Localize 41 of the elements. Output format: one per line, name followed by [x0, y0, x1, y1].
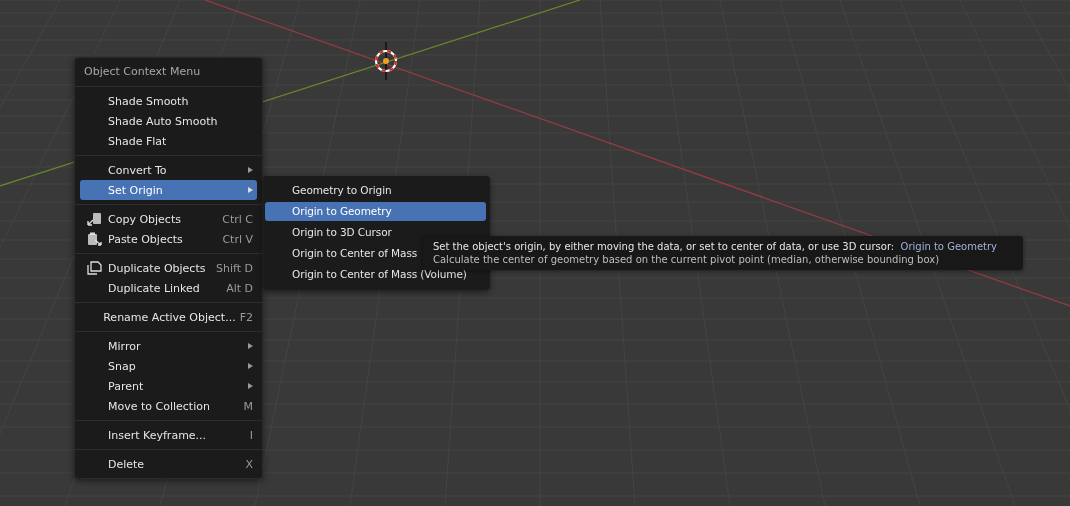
menu-item[interactable]: Shade Auto Smooth: [80, 111, 257, 131]
menu-item[interactable]: Move to Collection M: [80, 396, 257, 416]
menu-item[interactable]: Duplicate Objects Shift D: [80, 258, 257, 278]
shortcut-label: M: [242, 399, 253, 413]
menu-item[interactable]: Convert To: [80, 160, 257, 180]
tooltip-description: Set the object's origin, by either moving the data, or set to center of data, or use 3D cursor: Origin to Geometry: [433, 240, 998, 253]
menu-item[interactable]: Paste Objects Ctrl V: [80, 229, 257, 249]
shortcut-label: Ctrl C: [221, 212, 253, 226]
menu-item[interactable]: Snap: [80, 356, 257, 376]
menu-title: Object Context Menu: [83, 64, 202, 80]
shortcut-label: Ctrl V: [221, 232, 253, 246]
submenu-arrow-icon: [248, 383, 253, 389]
menu-item[interactable]: Insert Keyframe... I: [80, 425, 257, 445]
copy-icon: [87, 212, 102, 226]
menu-item[interactable]: Shade Smooth: [80, 91, 257, 111]
menu-item[interactable]: Delete X: [80, 454, 257, 474]
shortcut-label: I: [248, 428, 253, 442]
submenu-arrow-icon: [248, 363, 253, 369]
paste-icon: [87, 232, 102, 246]
shortcut-label: Alt D: [225, 281, 253, 295]
menu-item[interactable]: Origin to 3D Cursor: [265, 223, 394, 242]
submenu-arrow-icon: [248, 343, 253, 349]
menu-item[interactable]: Geometry to Origin: [265, 181, 394, 200]
menu-item[interactable]: Origin to Center of Mass (Volume): [265, 265, 469, 284]
shortcut-label: X: [244, 457, 253, 471]
menu-item[interactable]: Duplicate Linked Alt D: [80, 278, 257, 298]
submenu-arrow-icon: [248, 167, 253, 173]
submenu-arrow-icon: [248, 187, 253, 193]
menu-item[interactable]: Shade Flat: [80, 131, 257, 151]
menu-item[interactable]: Origin to Geometry: [265, 202, 486, 221]
menu-item[interactable]: Set Origin: [80, 180, 257, 200]
menu-item[interactable]: Copy Objects Ctrl C: [80, 209, 257, 229]
menu-item[interactable]: Mirror: [80, 336, 257, 356]
shortcut-label: F2: [238, 310, 253, 324]
duplicate-icon: [87, 261, 102, 275]
shortcut-label: Shift D: [215, 261, 253, 275]
menu-item[interactable]: Origin to Center of Mass: [265, 244, 420, 263]
3d-cursor-icon[interactable]: [375, 41, 397, 81]
menu-item[interactable]: Rename Active Object... F2: [80, 307, 257, 327]
tooltip-detail: Calculate the center of geometry based on the current pivot point (median, otherwise bounding box): [433, 253, 940, 266]
menu-item[interactable]: Parent: [80, 376, 257, 396]
